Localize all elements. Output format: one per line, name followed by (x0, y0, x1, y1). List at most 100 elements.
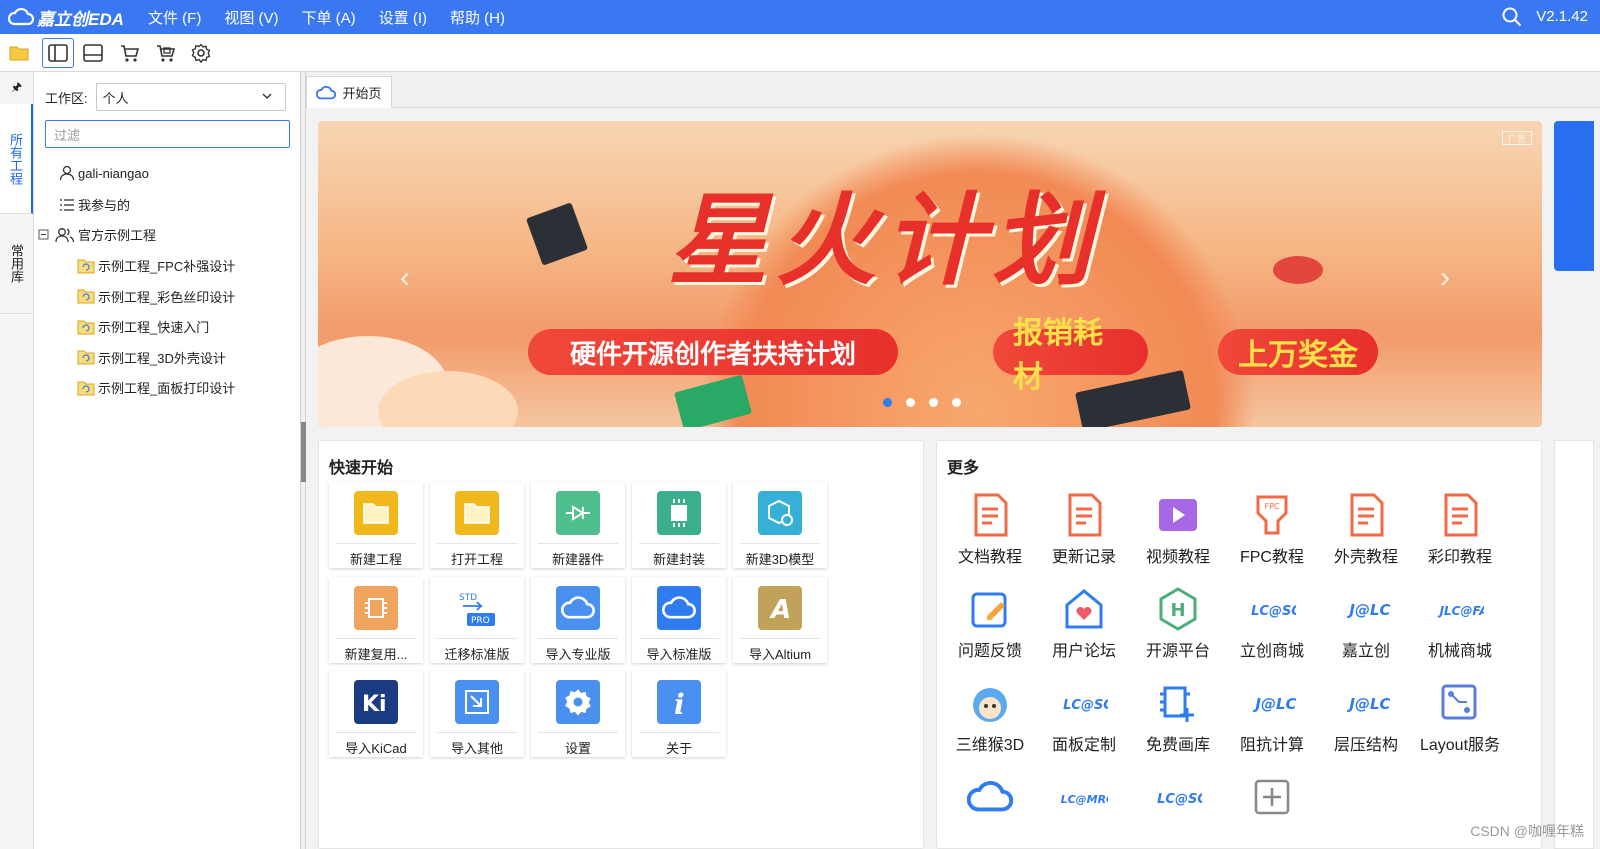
more-item[interactable]: Layout服务 (1413, 679, 1507, 755)
quick-start-label: 迁移标准版 (444, 646, 510, 662)
more-item[interactable]: LC@MRO (1037, 773, 1131, 825)
banner-next-arrow[interactable]: › (1440, 261, 1450, 295)
tree-example-label: 示例工程_彩色丝印设计 (98, 289, 236, 305)
tree-example-project[interactable]: 示例工程_面板打印设计 (77, 378, 235, 397)
divider (538, 637, 618, 639)
menu-help[interactable]: 帮助 (H) (450, 7, 505, 28)
group-icon (55, 227, 75, 242)
component-icon (556, 491, 600, 535)
tree-example-project[interactable]: 示例工程_FPC补强设计 (77, 256, 235, 275)
toolbar (0, 34, 1600, 72)
cart-icon[interactable] (112, 38, 146, 68)
more-item-label: 阻抗计算 (1239, 737, 1304, 754)
promo-banner[interactable]: 星火计划 硬件开源创作者扶持计划 报销耗材 上万奖金 ‹ › 广告 (318, 121, 1542, 427)
shell-doc-icon (1342, 491, 1390, 539)
more-item[interactable]: 外壳教程 (1319, 491, 1413, 567)
collapse-icon[interactable] (38, 229, 52, 241)
menu-file[interactable]: 文件 (F) (148, 7, 201, 28)
svg-text:A: A (769, 595, 791, 623)
quick-start-label: 导入Altium (748, 646, 812, 662)
tree-example-project[interactable]: 示例工程_3D外壳设计 (77, 348, 226, 367)
project-folder-icon (77, 320, 95, 334)
more-item[interactable] (1225, 773, 1319, 825)
divider (437, 543, 517, 544)
oshw-icon: H (1154, 585, 1202, 633)
side-banner[interactable] (1554, 121, 1594, 271)
banner-dot[interactable] (883, 398, 892, 407)
tree-example-project[interactable]: 示例工程_快速入门 (77, 317, 209, 336)
settings-icon[interactable] (184, 38, 218, 68)
quick-start-item[interactable]: 新建工程 (329, 482, 423, 568)
more-item[interactable]: LC@SC 立创商城 (1225, 585, 1319, 661)
quick-start-item[interactable]: 新建3D模型 (733, 482, 827, 568)
more-item[interactable]: H 开源平台 (1131, 585, 1225, 661)
filter-input[interactable]: 过滤 (45, 120, 290, 148)
more-item[interactable]: FPC FPC教程 (1225, 491, 1319, 567)
more-item[interactable]: JLC@FA 机械商城 (1413, 585, 1507, 661)
more-item[interactable]: J@LC 层压结构 (1319, 679, 1413, 755)
quick-start-item[interactable]: i 关于 (632, 671, 726, 757)
more-item[interactable]: LC@SC 面板定制 (1037, 679, 1131, 755)
cloud-logo-icon (8, 8, 34, 26)
footprint-icon (657, 491, 701, 535)
more-item[interactable]: LC@SC (1131, 773, 1225, 825)
more-item[interactable]: J@LC 阻抗计算 (1225, 679, 1319, 755)
quick-start-item[interactable]: 打开工程 (430, 482, 524, 568)
banner-dot[interactable] (952, 398, 961, 407)
tab-common-lib[interactable]: 常用库 (0, 214, 33, 314)
search-icon[interactable] (1502, 7, 1522, 30)
quick-start-item[interactable]: 新建封装 (632, 482, 726, 568)
more-item[interactable]: 用户论坛 (1037, 585, 1131, 661)
more-item[interactable]: J@LC 嘉立创 (1319, 585, 1413, 661)
order-icon[interactable] (148, 38, 182, 68)
more-item-label: 彩印教程 (1427, 549, 1492, 566)
tree-participated[interactable]: 我参与的 (59, 195, 130, 214)
banner-pill-bonus: 上万奖金 (1218, 329, 1378, 375)
more-item[interactable]: 彩印教程 (1413, 491, 1507, 567)
tree-official[interactable]: 官方示例工程 (38, 225, 156, 244)
banner-dot[interactable] (906, 398, 915, 407)
more-item[interactable]: 更新记录 (1037, 491, 1131, 567)
svg-text:LC@SC: LC@SC (1251, 604, 1296, 619)
quick-start-item[interactable]: 导入标准版 (632, 576, 726, 663)
workspace-value: 个人 (102, 90, 129, 106)
banner-meteor-image (1273, 256, 1323, 284)
quick-start-item[interactable]: STD PRO 迁移标准版 (430, 576, 524, 663)
menu-settings[interactable]: 设置 (I) (379, 7, 427, 28)
banner-pill-consumables: 报销耗材 (993, 317, 1148, 394)
pin-icon[interactable]: 🖈 (0, 72, 33, 104)
quick-start-item[interactable]: Ki 导入KiCad (329, 671, 423, 757)
quick-start-item[interactable]: 导入其他 (430, 671, 524, 757)
quick-start-item[interactable]: 新建复用... (329, 576, 423, 663)
workspace-select[interactable]: 个人 (95, 83, 286, 111)
tree-user[interactable]: gali-niangao (59, 165, 149, 181)
banner-dot[interactable] (929, 398, 938, 407)
quick-start-item[interactable]: 新建器件 (531, 482, 625, 568)
more-item[interactable]: 免费画库 (1131, 679, 1225, 755)
quick-start-item[interactable]: 导入专业版 (531, 576, 625, 663)
folder-icon[interactable] (2, 38, 36, 68)
more-item[interactable] (943, 773, 1037, 825)
more-item-label: 免费画库 (1145, 737, 1210, 754)
tab-start-page[interactable]: 开始页 (306, 76, 392, 108)
menu-order[interactable]: 下单 (A) (302, 7, 356, 28)
tab-all-projects[interactable]: 所有工程 (0, 104, 33, 214)
tree-official-label: 官方示例工程 (78, 228, 157, 243)
workspace-label: 工作区: (45, 90, 88, 106)
more-item[interactable]: 问题反馈 (943, 585, 1037, 661)
tree-example-label: 示例工程_3D外壳设计 (98, 350, 226, 366)
more-item[interactable]: 文档教程 (943, 491, 1037, 567)
project-panel: 工作区: 个人 过滤 gali-niangao 我参与的 官方示例工程 示例工程… (35, 72, 301, 849)
quick-start-label: 新建工程 (349, 552, 402, 567)
quick-start-item[interactable]: 设置 (531, 671, 625, 757)
left-panel-icon[interactable] (42, 37, 74, 68)
quick-start-item[interactable]: A 导入Altium (733, 576, 827, 663)
menu-view[interactable]: 视图 (V) (224, 7, 278, 28)
tree-example-project[interactable]: 示例工程_彩色丝印设计 (77, 287, 235, 306)
banner-prev-arrow[interactable]: ‹ (400, 261, 410, 295)
more-item[interactable]: 三维猴3D (943, 679, 1037, 755)
bottom-panel-icon[interactable] (76, 38, 110, 68)
more-item[interactable]: 视频教程 (1131, 491, 1225, 567)
jlc-icon: J@LC (1342, 585, 1390, 633)
more-item-label: 视频教程 (1145, 549, 1210, 566)
